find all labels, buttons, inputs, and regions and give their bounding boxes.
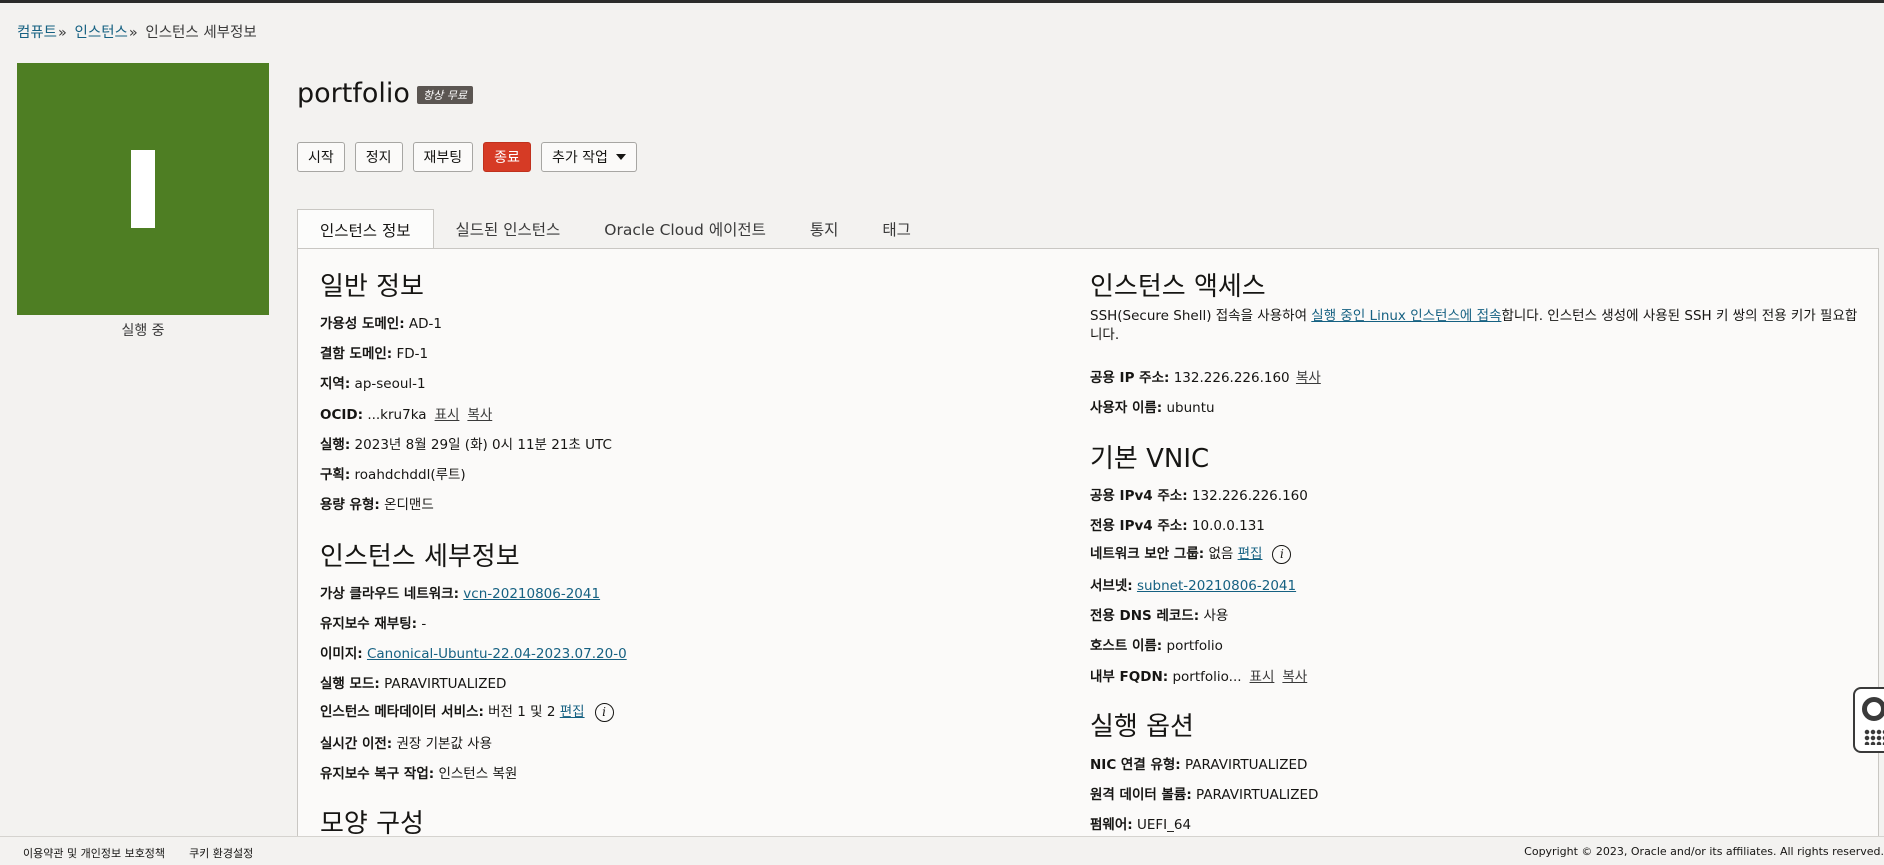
compartment-row: 구획: roahdchddl(루트) <box>320 467 466 483</box>
private-dns-row: 전용 DNS 레코드: 사용 <box>1090 608 1229 624</box>
launch-mode-row: 실행 모드: PARAVIRTUALIZED <box>320 676 507 692</box>
internal-fqdn-row: 내부 FQDN: portfolio... 표시 복사 <box>1090 669 1308 685</box>
vcn-row: 가상 클라우드 네트워크: vcn-20210806-2041 <box>320 586 601 602</box>
shape-config-heading: 모양 구성 <box>320 809 424 839</box>
terminate-button[interactable]: 종료 <box>483 142 531 172</box>
launched-row: 실행: 2023년 8월 29일 (화) 0시 11분 21초 UTC <box>320 437 612 453</box>
availability-domain-row: 가용성 도메인: AD-1 <box>320 316 443 332</box>
nsg-edit-link[interactable]: 편집 <box>1238 546 1263 562</box>
public-ipv4-row: 공용 IPv4 주소: 132.226.226.160 <box>1090 488 1308 504</box>
instance-status-tile <box>17 63 269 315</box>
primary-vnic-heading: 기본 VNIC <box>1090 444 1210 474</box>
breadcrumb-compute[interactable]: 컴퓨트 <box>17 25 57 41</box>
tab-instance-info[interactable]: 인스턴스 정보 <box>297 209 434 250</box>
image-row: 이미지: Canonical-Ubuntu-22.04-2023.07.20-0 <box>320 646 627 662</box>
always-free-badge: 항상 무료 <box>417 86 473 104</box>
nic-attachment-row: NIC 연결 유형: PARAVIRTUALIZED <box>1090 757 1308 773</box>
remote-volume-row: 원격 데이터 볼륨: PARAVIRTUALIZED <box>1090 787 1319 803</box>
metadata-service-row: 인스턴스 메타데이터 서비스: 버전 1 및 2 편집 i <box>320 700 614 722</box>
top-border <box>0 0 1884 3</box>
info-icon[interactable]: i <box>594 702 614 722</box>
fqdn-copy-link[interactable]: 복사 <box>1282 669 1307 685</box>
instance-access-heading: 인스턴스 액세스 <box>1090 272 1266 302</box>
instance-icon <box>131 150 155 228</box>
breadcrumb-separator: » <box>128 25 138 41</box>
apps-grid-icon <box>1864 729 1884 745</box>
ocid-row: OCID: ...kru7ka 표시 복사 <box>320 407 493 423</box>
public-ip-row: 공용 IP 주소: 132.226.226.160 복사 <box>1090 370 1321 386</box>
fault-domain-row: 결함 도메인: FD-1 <box>320 346 429 362</box>
network-security-group-row: 네트워크 보안 그룹: 없음 편집 i <box>1090 542 1292 564</box>
cookie-preferences-link[interactable]: 쿠키 환경설정 <box>189 845 253 861</box>
firmware-row: 펌웨어: UEFI_64 <box>1090 817 1192 833</box>
ocid-copy-link[interactable]: 복사 <box>467 407 492 423</box>
hostname-row: 호스트 이름: portfolio <box>1090 638 1223 654</box>
reboot-button[interactable]: 재부팅 <box>412 142 474 172</box>
chevron-down-icon <box>615 154 626 160</box>
metadata-edit-link[interactable]: 편집 <box>560 704 585 720</box>
private-ipv4-row: 전용 IPv4 주소: 10.0.0.131 <box>1090 518 1265 534</box>
lifebuoy-icon <box>1862 697 1884 721</box>
subnet-link[interactable]: subnet-20210806-2041 <box>1137 578 1296 594</box>
image-link[interactable]: Canonical-Ubuntu-22.04-2023.07.20-0 <box>367 646 627 662</box>
breadcrumb-separator: » <box>58 25 67 41</box>
live-migration-row: 실시간 이전: 권장 기본값 사용 <box>320 736 493 752</box>
help-widget[interactable] <box>1853 687 1884 753</box>
breadcrumb-current: 인스턴스 세부정보 <box>145 25 257 41</box>
subnet-row: 서브넷: subnet-20210806-2041 <box>1090 578 1297 594</box>
fqdn-show-link[interactable]: 표시 <box>1250 669 1275 685</box>
action-toolbar: 시작 정지 재부팅 종료 추가 작업 <box>297 142 637 172</box>
tab-shielded-instance[interactable]: 실드된 인스턴스 <box>434 209 583 249</box>
breadcrumb-instances[interactable]: 인스턴스 <box>75 25 128 41</box>
general-info-heading: 일반 정보 <box>320 272 424 302</box>
tab-notifications[interactable]: 통지 <box>788 209 861 249</box>
tab-oracle-cloud-agent[interactable]: Oracle Cloud 에이전트 <box>582 209 788 249</box>
more-actions-button[interactable]: 추가 작업 <box>540 142 637 172</box>
region-row: 지역: ap-seoul-1 <box>320 376 426 392</box>
tab-tags[interactable]: 태그 <box>860 209 933 249</box>
username-row: 사용자 이름: ubuntu <box>1090 400 1215 416</box>
vcn-link[interactable]: vcn-20210806-2041 <box>463 586 600 602</box>
maintenance-reboot-row: 유지보수 재부팅: - <box>320 616 427 632</box>
public-ip-copy-link[interactable]: 복사 <box>1296 370 1321 386</box>
ocid-show-link[interactable]: 표시 <box>435 407 460 423</box>
instance-details-heading: 인스턴스 세부정보 <box>320 542 520 572</box>
more-actions-label: 추가 작업 <box>551 150 608 166</box>
connect-linux-link[interactable]: 실행 중인 Linux 인스턴스에 접속 <box>1311 308 1501 324</box>
breadcrumb: 컴퓨트» 인스턴스» 인스턴스 세부정보 <box>17 21 257 42</box>
page-title: portfolio <box>297 78 410 109</box>
terms-privacy-link[interactable]: 이용약관 및 개인정보 보호정책 <box>23 845 165 861</box>
tab-bar: 인스턴스 정보 실드된 인스턴스 Oracle Cloud 에이전트 통지 태그 <box>297 209 933 250</box>
stop-button[interactable]: 정지 <box>354 142 403 172</box>
info-icon[interactable]: i <box>1272 544 1292 564</box>
instance-status-label: 실행 중 <box>121 323 165 339</box>
copyright-text: Copyright © 2023, Oracle and/or its affi… <box>1524 845 1884 858</box>
launch-options-heading: 실행 옵션 <box>1090 712 1194 742</box>
maintenance-recovery-row: 유지보수 복구 작업: 인스턴스 복원 <box>320 766 518 782</box>
footer: 이용약관 및 개인정보 보호정책 쿠키 환경설정 Copyright © 202… <box>0 836 1884 865</box>
start-button[interactable]: 시작 <box>297 142 345 172</box>
capacity-type-row: 용량 유형: 온디맨드 <box>320 497 434 513</box>
instance-access-description: SSH(Secure Shell) 접속을 사용하여 실행 중인 Linux 인… <box>1090 308 1858 343</box>
